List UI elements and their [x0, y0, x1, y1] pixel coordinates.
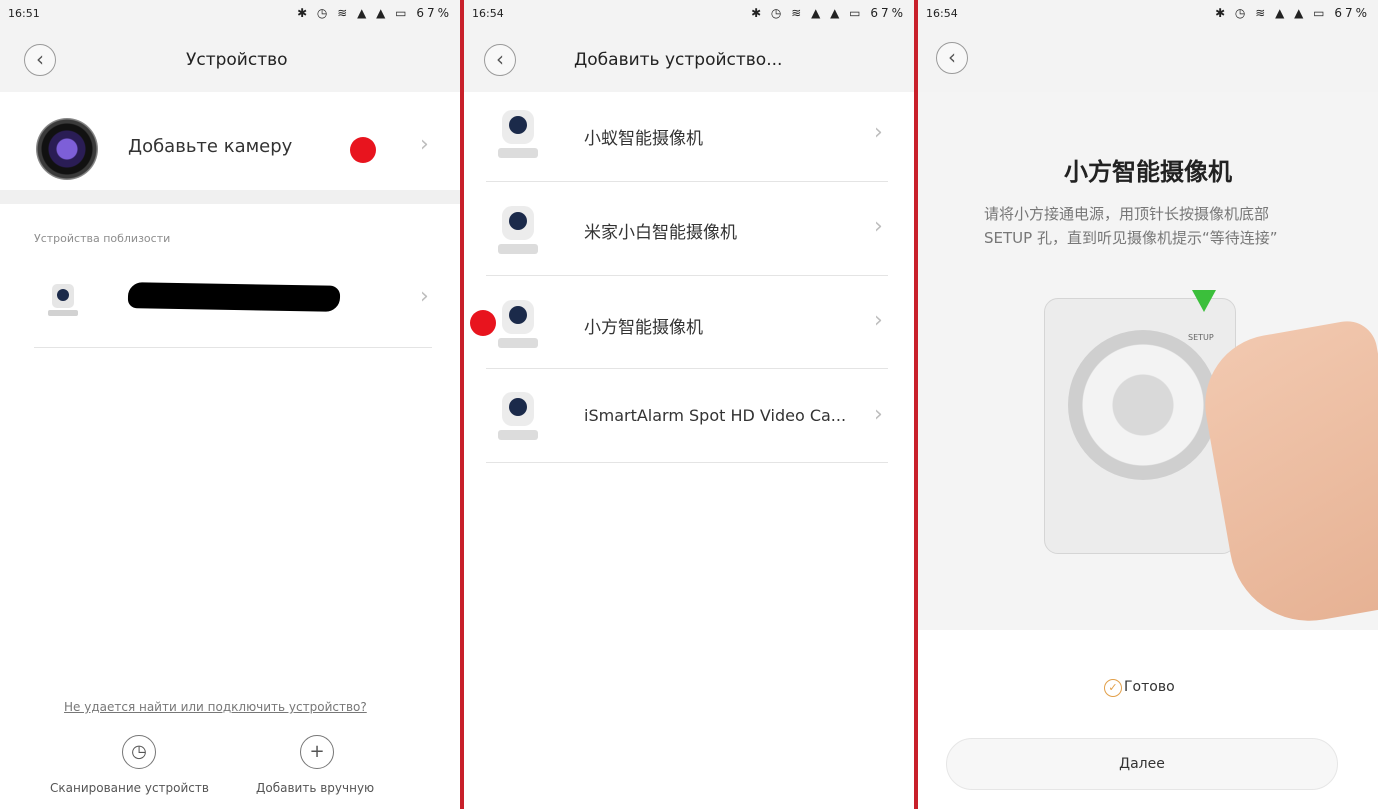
redacted-device-name — [127, 282, 341, 312]
add-manual-label[interactable]: Добавить вручную — [256, 781, 374, 795]
device-name: 小蚁智能摄像机 — [584, 129, 703, 149]
scan-button[interactable]: ◷ — [122, 735, 156, 769]
status-bar: 16:51 ✱ ◷ ≋ ▲ ▲ ▭ 67% — [0, 0, 460, 28]
scan-label[interactable]: Сканирование устройств — [50, 781, 209, 795]
setup-hole-label: SETUP — [1188, 333, 1214, 342]
status-bar: 16:54 ✱ ◷ ≋ ▲ ▲ ▭ 67% — [464, 0, 914, 28]
next-button[interactable]: Далее — [946, 738, 1338, 790]
add-manual-button[interactable]: + — [300, 735, 334, 769]
status-time: 16:54 — [926, 7, 958, 20]
row-divider — [34, 347, 432, 348]
camera-icon — [36, 118, 98, 180]
back-button[interactable]: ‹ — [24, 44, 56, 76]
nearby-section-label: Устройства поблизости — [34, 232, 171, 245]
row-divider — [486, 181, 888, 182]
battery-percent: 67% — [870, 6, 906, 20]
camera-device-icon — [496, 392, 540, 444]
ready-label: Готово — [1124, 679, 1175, 695]
status-icons: ✱ ◷ ≋ ▲ ▲ ▭ 67% — [1215, 6, 1370, 20]
chevron-right-icon: › — [874, 120, 883, 145]
row-divider — [486, 275, 888, 276]
device-name: 小方智能摄像机 — [584, 318, 703, 338]
plus-icon: + — [309, 741, 325, 762]
status-time: 16:54 — [472, 7, 504, 20]
ready-checkbox[interactable]: ✓ Готово — [1104, 679, 1175, 697]
status-icons: ✱ ◷ ≋ ▲ ▲ ▭ 67% — [297, 6, 452, 20]
highlight-dot — [470, 310, 496, 336]
camera-device-icon — [48, 284, 78, 318]
camera-device-icon — [496, 300, 540, 352]
status-bar: 16:54 ✱ ◷ ≋ ▲ ▲ ▭ 67% — [918, 0, 1378, 28]
back-icon: ‹ — [36, 47, 44, 71]
arrow-down-icon — [1192, 290, 1216, 312]
camera-device-icon — [496, 110, 540, 162]
highlight-dot — [350, 137, 376, 163]
back-icon: ‹ — [496, 47, 504, 71]
check-icon: ✓ — [1104, 679, 1122, 697]
speaker-grille — [1068, 330, 1218, 480]
help-link[interactable]: Не удается найти или подключить устройст… — [64, 700, 367, 714]
battery-percent: 67% — [1334, 6, 1370, 20]
add-camera-label: Добавьте камеру — [128, 136, 293, 157]
top-bar: ‹ — [918, 28, 1378, 92]
row-divider — [486, 368, 888, 369]
add-device-screen: 16:54 ✱ ◷ ≋ ▲ ▲ ▭ 67% ‹ Добавить устройс… — [464, 0, 914, 809]
camera-device-icon — [496, 206, 540, 258]
camera-title: 小方智能摄像机 — [1064, 158, 1232, 186]
chevron-right-icon: › — [874, 214, 883, 239]
chevron-right-icon: › — [420, 132, 429, 157]
status-icons: ✱ ◷ ≋ ▲ ▲ ▭ 67% — [751, 6, 906, 20]
back-button[interactable]: ‹ — [936, 42, 968, 74]
page-title: Устройство — [186, 50, 288, 70]
row-divider — [486, 462, 888, 463]
chevron-right-icon: › — [874, 402, 883, 427]
chevron-right-icon: › — [874, 308, 883, 333]
device-screen: 16:51 ✱ ◷ ≋ ▲ ▲ ▭ 67% ‹ Устройство Добав… — [0, 0, 460, 809]
section-separator — [0, 190, 460, 204]
page-title: Добавить устройство... — [574, 50, 783, 70]
camera-setup-screen: 16:54 ✱ ◷ ≋ ▲ ▲ ▭ 67% ‹ 小方智能摄像机 请将小方接通电源… — [918, 0, 1378, 809]
top-bar: ‹ Добавить устройство... — [464, 28, 914, 92]
back-button[interactable]: ‹ — [484, 44, 516, 76]
status-time: 16:51 — [8, 7, 40, 20]
chevron-right-icon: › — [420, 284, 429, 309]
setup-instruction: 请将小方接通电源，用顶针长按摄像机底部 SETUP 孔，直到听见摄像机提示“等待… — [984, 205, 1278, 247]
back-icon: ‹ — [948, 45, 956, 69]
battery-percent: 67% — [416, 6, 452, 20]
device-name: iSmartAlarm Spot HD Video Ca... — [584, 406, 847, 425]
device-name: 米家小白智能摄像机 — [584, 223, 737, 243]
scan-icon: ◷ — [131, 741, 147, 762]
top-bar: ‹ Устройство — [0, 28, 460, 92]
